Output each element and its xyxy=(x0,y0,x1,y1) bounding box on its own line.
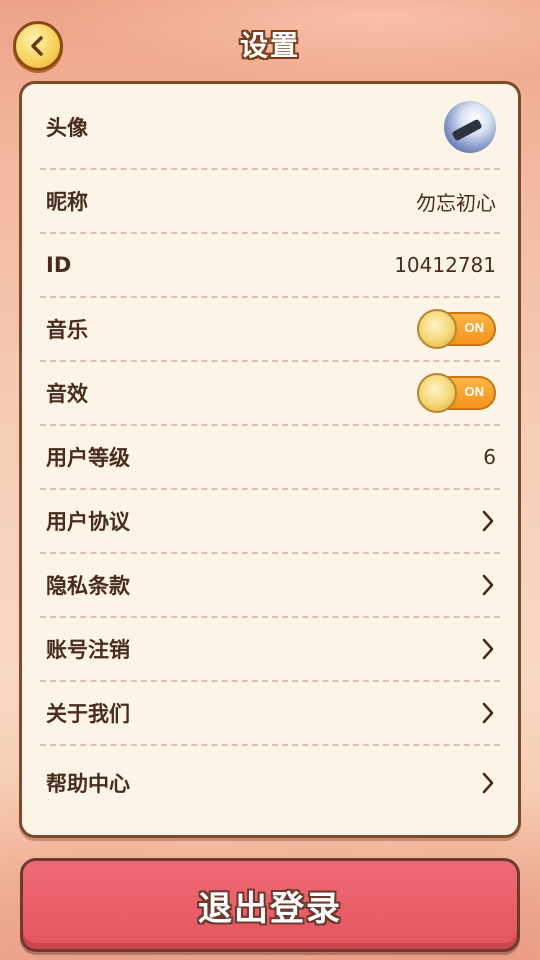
settings-row-music: 音乐 ON xyxy=(40,298,500,362)
id-value: 10412781 xyxy=(394,253,496,277)
music-toggle[interactable]: ON xyxy=(417,309,496,349)
page-title: 设置 xyxy=(239,29,300,62)
sound-toggle-text: ON xyxy=(464,384,485,399)
settings-row-agreement[interactable]: 用户协议 xyxy=(40,490,500,554)
id-label: ID xyxy=(46,253,72,277)
sound-toggle[interactable]: ON xyxy=(417,373,496,413)
nickname-label: 昵称 xyxy=(46,190,88,214)
nickname-value: 勿忘初心 xyxy=(416,190,496,215)
about-label: 关于我们 xyxy=(46,702,130,726)
level-value: 6 xyxy=(483,445,496,469)
chevron-right-icon xyxy=(480,771,496,795)
logout-button[interactable]: 退出登录 xyxy=(20,858,520,952)
settings-row-delete-account[interactable]: 账号注销 xyxy=(40,618,500,682)
chevron-right-icon xyxy=(480,573,496,597)
settings-row-nickname[interactable]: 昵称 勿忘初心 xyxy=(40,170,500,234)
agreement-label: 用户协议 xyxy=(46,510,130,534)
sound-label: 音效 xyxy=(46,382,88,406)
music-label: 音乐 xyxy=(46,318,88,342)
settings-row-help[interactable]: 帮助中心 xyxy=(40,746,500,820)
avatar-label: 头像 xyxy=(46,116,88,140)
logout-label: 退出登录 xyxy=(198,888,342,929)
sound-toggle-knob[interactable] xyxy=(417,373,457,413)
settings-row-about[interactable]: 关于我们 xyxy=(40,682,500,746)
header: 设置 xyxy=(0,0,540,88)
delete-account-label: 账号注销 xyxy=(46,638,130,662)
chevron-right-icon xyxy=(480,509,496,533)
music-toggle-knob[interactable] xyxy=(417,309,457,349)
settings-row-avatar[interactable]: 头像 xyxy=(40,86,500,170)
avatar[interactable] xyxy=(444,101,496,153)
help-label: 帮助中心 xyxy=(46,772,130,796)
settings-row-sound: 音效 ON xyxy=(40,362,500,426)
chevron-right-icon xyxy=(480,637,496,661)
music-toggle-text: ON xyxy=(464,320,485,335)
settings-row-id: ID 10412781 xyxy=(40,234,500,298)
settings-row-level: 用户等级 6 xyxy=(40,426,500,490)
chevron-right-icon xyxy=(480,701,496,725)
privacy-label: 隐私条款 xyxy=(46,574,130,598)
settings-row-privacy[interactable]: 隐私条款 xyxy=(40,554,500,618)
level-label: 用户等级 xyxy=(46,446,130,470)
settings-panel: 头像 昵称 勿忘初心 ID 10412781 音乐 ON 音效 ON 用户等级 … xyxy=(19,81,521,838)
